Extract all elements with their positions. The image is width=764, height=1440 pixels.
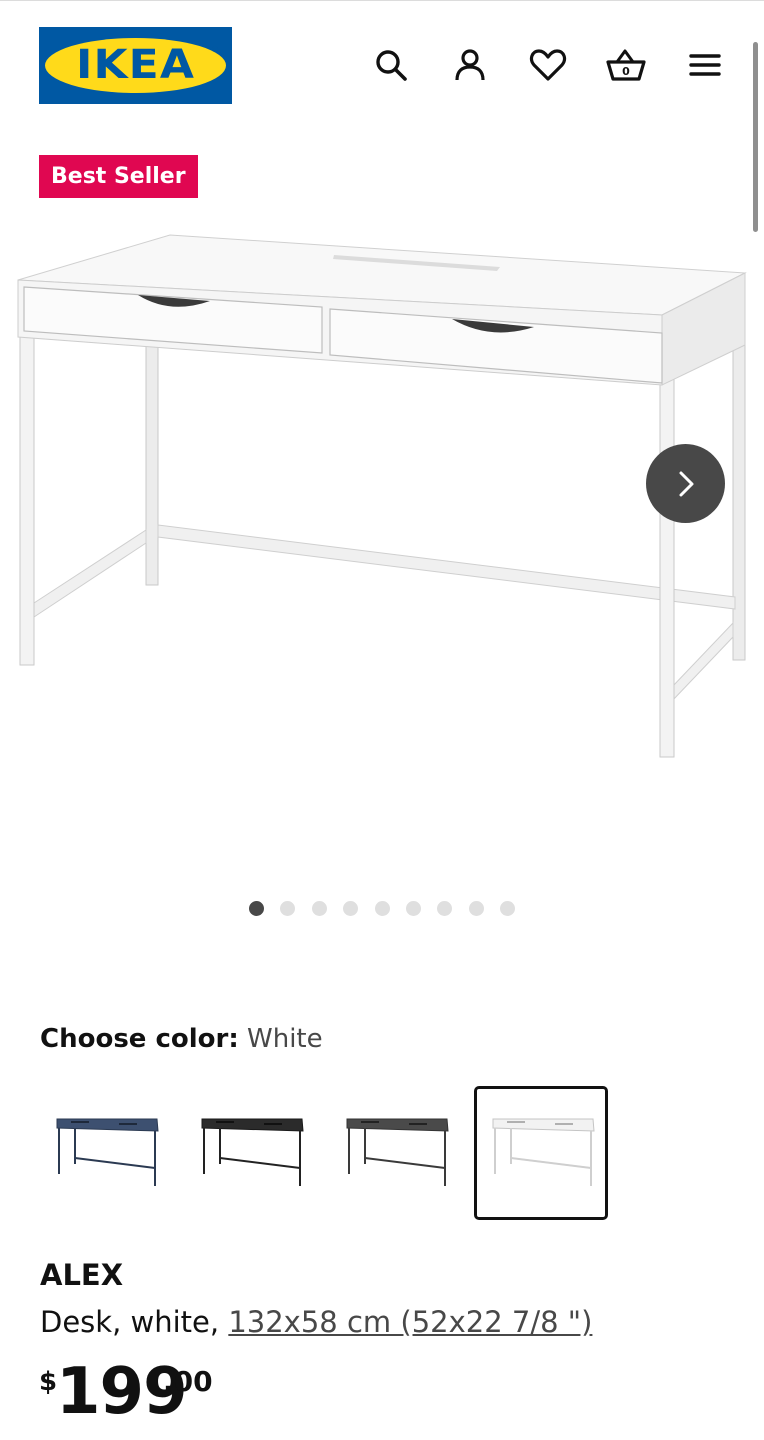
product-name: ALEX [40, 1258, 124, 1292]
color-swatch-white[interactable] [474, 1086, 608, 1220]
product-measurements-link[interactable]: 132x58 cm (52x22 7/8 ") [228, 1305, 592, 1339]
heart-icon [529, 49, 567, 81]
color-swatch-grey[interactable] [331, 1086, 465, 1220]
product-type: Desk, white, [40, 1305, 229, 1339]
menu-icon [689, 54, 721, 76]
carousel-next-button[interactable] [646, 444, 725, 523]
basket-icon: 0 [606, 49, 646, 81]
chevron-right-icon [679, 471, 693, 496]
carousel-dot[interactable] [500, 901, 516, 916]
desk-thumbnail [492, 1118, 595, 1186]
carousel-dot[interactable] [343, 901, 359, 916]
basket-button[interactable]: 0 [605, 44, 647, 86]
color-swatch-blue[interactable] [41, 1086, 175, 1220]
product-image[interactable] [0, 225, 764, 785]
desk-thumbnail [201, 1118, 304, 1186]
price-decimal: .00 [163, 1365, 213, 1398]
account-icon [455, 49, 485, 81]
carousel-dot[interactable] [374, 901, 390, 916]
menu-button[interactable] [684, 44, 726, 86]
search-button[interactable] [370, 44, 412, 86]
carousel-dot[interactable] [249, 901, 264, 916]
color-swatch-black[interactable] [186, 1086, 320, 1220]
top-divider [0, 0, 764, 1]
scrollbar[interactable] [753, 42, 758, 232]
price-currency: $ [39, 1367, 58, 1397]
desk-thumbnail [56, 1118, 159, 1186]
basket-count: 0 [622, 65, 630, 78]
carousel-dot[interactable] [311, 901, 327, 916]
product-description: Desk, white, 132x58 cm (52x22 7/8 ") [40, 1305, 592, 1339]
ikea-logo[interactable]: IKEA ® [39, 27, 232, 104]
carousel-dot[interactable] [280, 901, 296, 916]
account-button[interactable] [449, 44, 491, 86]
carousel-dot[interactable] [468, 901, 484, 916]
color-picker-label: Choose color: White [40, 1022, 323, 1056]
logo-text: IKEA [75, 42, 195, 88]
selected-color: White [247, 1024, 323, 1054]
best-seller-badge: Best Seller [39, 155, 198, 198]
carousel-dot[interactable] [437, 901, 453, 916]
favourites-button[interactable] [527, 44, 569, 86]
choose-color-label: Choose color: [40, 1024, 239, 1054]
carousel-dot[interactable] [406, 901, 421, 916]
desk-thumbnail [346, 1118, 449, 1186]
search-icon [376, 50, 407, 81]
logo-registered-mark: ® [211, 45, 219, 54]
